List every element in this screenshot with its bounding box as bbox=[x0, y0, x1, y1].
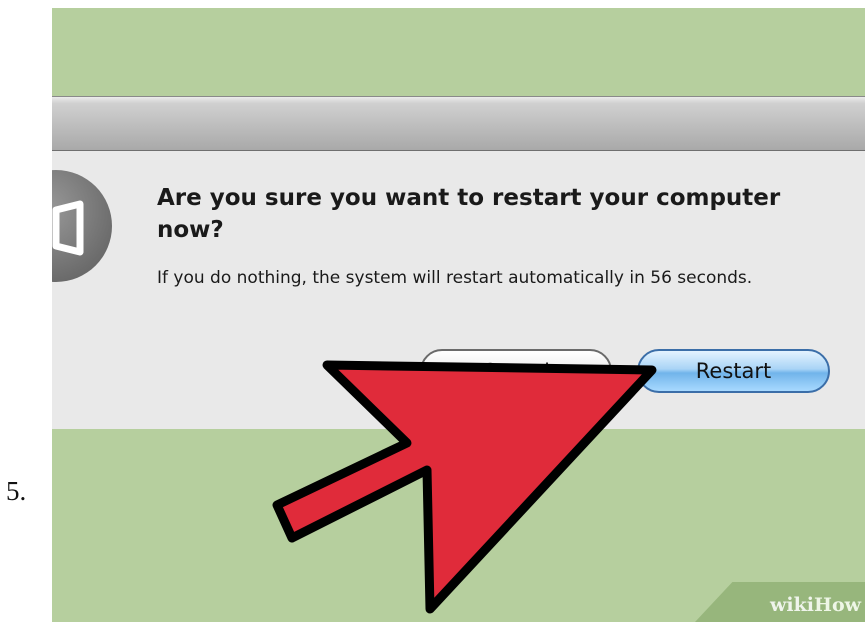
wikihow-watermark: wikiHow bbox=[770, 594, 861, 616]
pointer-arrow-icon bbox=[272, 360, 657, 614]
screenshot-illustration: Are you sure you want to restart your co… bbox=[52, 8, 865, 622]
step-number: 5. bbox=[6, 476, 27, 506]
watermark-how: How bbox=[814, 594, 861, 616]
watermark-wiki: wiki bbox=[770, 594, 815, 616]
